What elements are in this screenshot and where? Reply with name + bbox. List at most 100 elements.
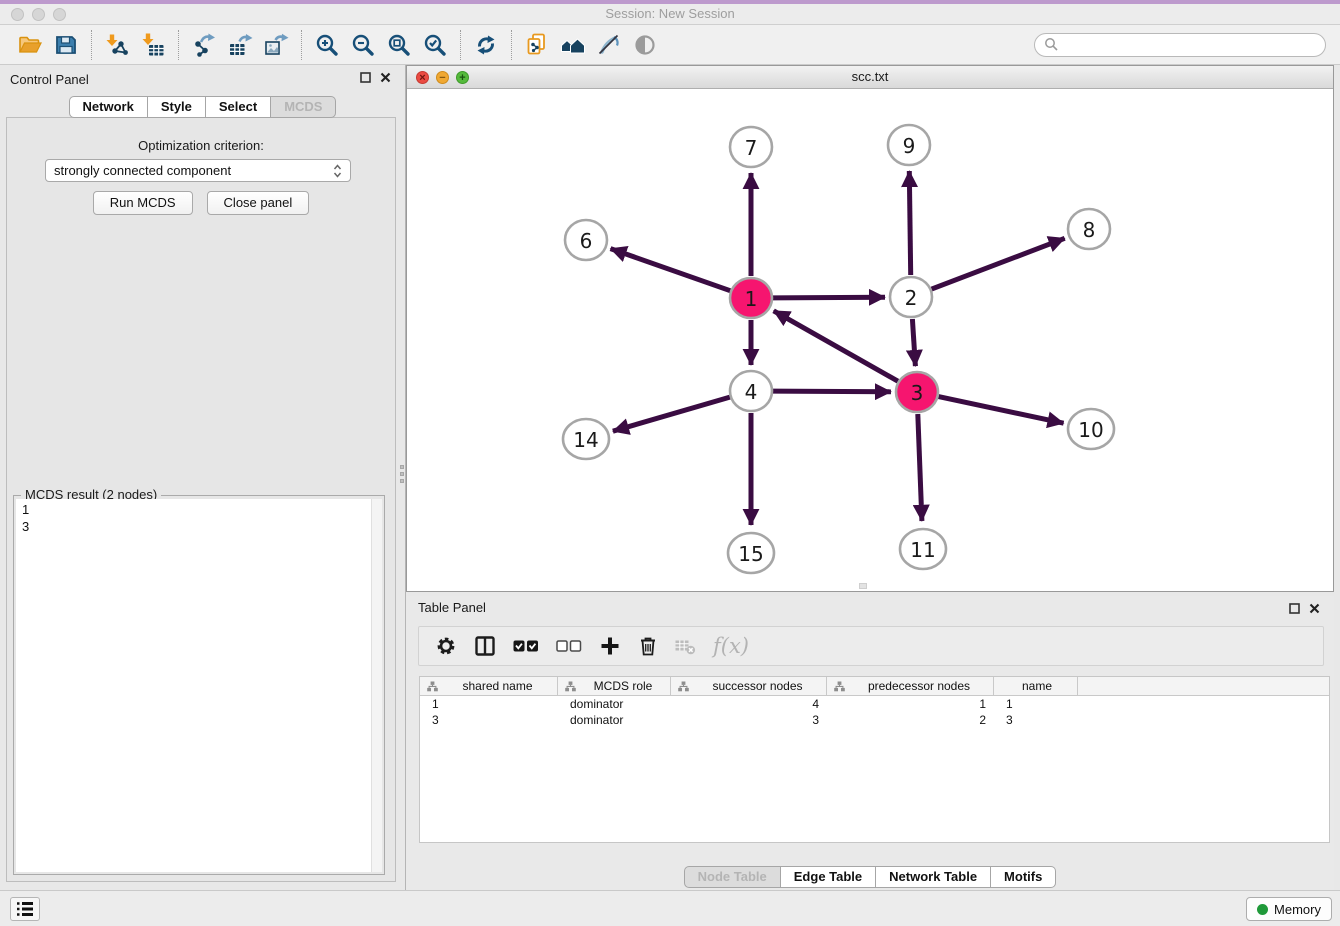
graph-edge-3-1[interactable]: [774, 311, 898, 381]
tab-select[interactable]: Select: [206, 96, 271, 118]
column-type-icon: [834, 681, 845, 692]
control-panel-tabs: NetworkStyleSelectMCDS: [0, 96, 405, 118]
zoom-in-button[interactable]: [309, 29, 345, 61]
graph-node-4[interactable]: 4: [730, 371, 772, 411]
table-cell[interactable]: dominator: [558, 712, 671, 728]
network-maximize-button[interactable]: +: [456, 71, 469, 84]
refresh-view-button[interactable]: [468, 29, 504, 61]
duplicate-network-button[interactable]: [519, 29, 555, 61]
search-field[interactable]: [1034, 33, 1326, 57]
graph-edge-4-14[interactable]: [613, 397, 730, 431]
eye-icon: [632, 32, 658, 58]
search-input[interactable]: [1059, 37, 1316, 52]
import-network-button[interactable]: [99, 29, 135, 61]
open-session-button[interactable]: [12, 29, 48, 61]
network-close-button[interactable]: ×: [416, 71, 429, 84]
manage-columns-button[interactable]: [474, 632, 496, 660]
table-cell[interactable]: 3: [994, 712, 1078, 728]
graph-node-7[interactable]: 7: [730, 127, 772, 167]
graphics-details-button[interactable]: [591, 29, 627, 61]
table-cell[interactable]: 2: [827, 712, 994, 728]
run-mcds-button[interactable]: Run MCDS: [93, 191, 193, 215]
graph-node-2[interactable]: 2: [890, 277, 932, 317]
table-cell[interactable]: 1: [827, 696, 994, 712]
tab-network-table[interactable]: Network Table: [876, 866, 991, 888]
float-panel-icon[interactable]: [360, 72, 371, 83]
graph-edge-1-6[interactable]: [611, 249, 731, 291]
result-scrollbar[interactable]: [371, 499, 382, 872]
zoom-fit-button[interactable]: [381, 29, 417, 61]
graph-node-11[interactable]: 11: [900, 529, 946, 569]
graph-node-10[interactable]: 10: [1068, 409, 1114, 449]
tab-node-table[interactable]: Node Table: [684, 866, 781, 888]
tab-network[interactable]: Network: [69, 96, 148, 118]
graph-node-8[interactable]: 8: [1068, 209, 1110, 249]
delete-table-button[interactable]: [675, 632, 696, 660]
graph-node-15[interactable]: 15: [728, 533, 774, 573]
export-image-button[interactable]: [258, 29, 294, 61]
minimize-window-button[interactable]: [32, 8, 45, 21]
graph-node-1[interactable]: 1: [730, 278, 772, 318]
network-window-titlebar[interactable]: × − + scc.txt: [407, 66, 1333, 89]
table-row[interactable]: 1dominator411: [420, 696, 1329, 712]
task-history-button[interactable]: [10, 897, 40, 921]
export-network-button[interactable]: [186, 29, 222, 61]
canvas-resize-grip[interactable]: [859, 583, 867, 589]
column-header-mcds-role[interactable]: MCDS role: [558, 677, 671, 695]
column-header-shared-name[interactable]: shared name: [420, 677, 558, 695]
home-layout-button[interactable]: [555, 29, 591, 61]
close-panel-icon[interactable]: [380, 72, 391, 83]
deselect-all-button[interactable]: [556, 632, 582, 660]
maximize-window-button[interactable]: [53, 8, 66, 21]
memory-button[interactable]: Memory: [1246, 897, 1332, 921]
table-cell[interactable]: 3: [420, 712, 558, 728]
close-window-button[interactable]: [11, 8, 24, 21]
table-cell[interactable]: 1: [420, 696, 558, 712]
table-settings-button[interactable]: [435, 632, 457, 660]
tab-mcds[interactable]: MCDS: [271, 96, 336, 118]
graph-edge-1-2[interactable]: [773, 297, 885, 298]
graph-edge-2-8[interactable]: [932, 238, 1065, 289]
table-row[interactable]: 3dominator323: [420, 712, 1329, 728]
delete-row-button[interactable]: [638, 632, 658, 660]
graph-edge-3-10[interactable]: [939, 397, 1064, 424]
graph-edge-2-9[interactable]: [909, 171, 910, 275]
column-header-name[interactable]: name: [994, 677, 1078, 695]
graph-node-9[interactable]: 9: [888, 125, 930, 165]
save-session-button[interactable]: [48, 29, 84, 61]
import-table-button[interactable]: [135, 29, 171, 61]
window-controls[interactable]: [11, 8, 66, 21]
network-minimize-button[interactable]: −: [436, 71, 449, 84]
apply-function-button[interactable]: f(x): [713, 632, 749, 660]
export-table-button[interactable]: [222, 29, 258, 61]
open-folder-icon: [17, 32, 43, 58]
float-panel-icon[interactable]: [1289, 603, 1300, 614]
tab-edge-table[interactable]: Edge Table: [781, 866, 876, 888]
graph-node-6[interactable]: 6: [565, 220, 607, 260]
criterion-dropdown[interactable]: strongly connected component: [45, 159, 351, 182]
zoom-selected-button[interactable]: [417, 29, 453, 61]
table-cell[interactable]: dominator: [558, 696, 671, 712]
tab-style[interactable]: Style: [148, 96, 206, 118]
graph-edge-4-3[interactable]: [773, 391, 891, 392]
graph-edge-2-3[interactable]: [912, 319, 915, 366]
tab-motifs[interactable]: Motifs: [991, 866, 1056, 888]
network-canvas[interactable]: 7 9 6 8 1 2 4 3 14 10 15 11: [407, 89, 1333, 591]
panel-splitter[interactable]: [398, 455, 406, 493]
birds-eye-view-button[interactable]: [627, 29, 663, 61]
table-cell[interactable]: 4: [671, 696, 827, 712]
column-header-predecessor-nodes[interactable]: predecessor nodes: [827, 677, 994, 695]
close-panel-button[interactable]: Close panel: [207, 191, 310, 215]
optimization-criterion-label: Optimization criterion:: [7, 138, 395, 153]
graph-edge-3-11[interactable]: [918, 414, 922, 521]
close-panel-icon[interactable]: [1309, 603, 1320, 614]
select-all-button[interactable]: [513, 632, 539, 660]
add-row-button[interactable]: [599, 632, 621, 660]
column-header-successor-nodes[interactable]: successor nodes: [671, 677, 827, 695]
table-cell[interactable]: 3: [671, 712, 827, 728]
zoom-out-button[interactable]: [345, 29, 381, 61]
graph-node-14[interactable]: 14: [563, 419, 609, 459]
mcds-result-text[interactable]: 1 3: [16, 499, 371, 872]
table-cell[interactable]: 1: [994, 696, 1078, 712]
graph-node-3[interactable]: 3: [896, 372, 938, 412]
